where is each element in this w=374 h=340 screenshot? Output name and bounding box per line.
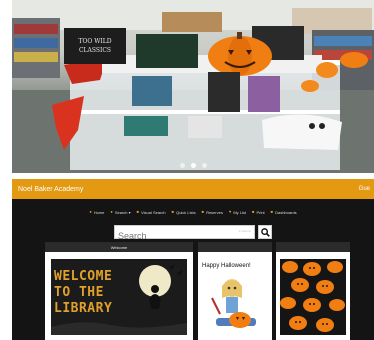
bookmark-icon: ■ bbox=[201, 209, 205, 214]
carousel-dot[interactable] bbox=[201, 163, 207, 168]
search-icon: ● bbox=[110, 209, 113, 214]
site-header: Noel Baker Academy Gue bbox=[12, 179, 374, 199]
site-title[interactable]: Noel Baker Academy bbox=[18, 186, 83, 193]
halloween-card[interactable]: Happy Halloween! bbox=[198, 242, 272, 340]
halloween-display-photo: TOO WILD CLASSICS bbox=[12, 0, 374, 173]
nav-my-list-label: My List bbox=[233, 209, 247, 215]
nav-reserves[interactable]: ■ Reserves bbox=[202, 210, 223, 215]
library-website: Noel Baker Academy Gue ● Home ● Search ▾… bbox=[12, 179, 374, 340]
nav-dashboards[interactable]: ■ Dashboards bbox=[271, 210, 297, 215]
home-icon: ● bbox=[89, 209, 92, 214]
pumpkin-card-header bbox=[276, 242, 350, 252]
nav-quick-lists[interactable]: ■ Quick Lists bbox=[172, 210, 196, 215]
photo-carousel-dots[interactable] bbox=[12, 163, 374, 168]
nav-reserves-label: Reserves bbox=[206, 209, 223, 215]
welcome-library-image: WELCOME TO THE LIBRARY bbox=[51, 259, 187, 335]
nav-home-label: Home bbox=[93, 209, 105, 215]
welcome-image-text: WELCOME TO THE LIBRARY bbox=[54, 269, 112, 317]
welcome-line-1: WELCOME bbox=[54, 269, 113, 284]
guest-link[interactable]: Gue bbox=[359, 186, 370, 192]
pumpkin-pattern-art bbox=[280, 259, 346, 335]
pumpkin-pattern-card[interactable] bbox=[276, 242, 350, 340]
nav-quick-lists-label: Quick Lists bbox=[176, 209, 196, 215]
nav-print-label: Print bbox=[256, 209, 265, 215]
nav-visual-search-label: Visual Search bbox=[141, 209, 166, 215]
photo-illustration: TOO WILD CLASSICS bbox=[12, 0, 374, 173]
magnifier-icon bbox=[260, 227, 270, 237]
svg-text:TOO WILD: TOO WILD bbox=[78, 38, 111, 45]
nav-print[interactable]: ■ Print bbox=[252, 210, 265, 215]
welcome-line-3: LIBRARY bbox=[54, 301, 113, 316]
main-nav: ● Home ● Search ▾ ■ Visual Search ■ Quic… bbox=[12, 202, 374, 222]
search-row: ▾ options bbox=[12, 224, 374, 242]
dashboard-icon: ■ bbox=[270, 209, 274, 214]
pumpkin-pattern-image bbox=[280, 259, 346, 335]
search-box: ▾ options bbox=[114, 225, 255, 242]
nav-dashboards-label: Dashboards bbox=[275, 209, 297, 215]
nav-my-list[interactable]: ♥ My List bbox=[229, 210, 246, 215]
carousel-dot-active[interactable] bbox=[190, 163, 196, 168]
featured-cards: Welcome WELCOME TO THE LIBRARY Happy Hal… bbox=[12, 242, 374, 340]
nav-search-label: Search ▾ bbox=[114, 209, 131, 215]
list-icon: ■ bbox=[171, 209, 175, 214]
svg-text:CLASSICS: CLASSICS bbox=[79, 47, 111, 54]
nav-home[interactable]: ● Home bbox=[89, 210, 104, 215]
grid-icon: ■ bbox=[136, 209, 140, 214]
search-options-hint[interactable]: ▾ options bbox=[239, 229, 251, 233]
heart-icon: ♥ bbox=[228, 209, 232, 214]
print-icon: ■ bbox=[252, 209, 255, 214]
search-input[interactable] bbox=[115, 230, 254, 242]
welcome-line-2: TO THE bbox=[54, 285, 104, 300]
nav-visual-search[interactable]: ■ Visual Search bbox=[137, 210, 166, 215]
welcome-card-header: Welcome bbox=[45, 242, 193, 252]
welcome-card[interactable]: Welcome WELCOME TO THE LIBRARY bbox=[45, 242, 193, 340]
halloween-card-title: Happy Halloween! bbox=[202, 263, 251, 269]
search-button[interactable] bbox=[258, 225, 272, 239]
librarian-pumpkin-illustration bbox=[211, 279, 256, 328]
halloween-card-header bbox=[198, 242, 272, 252]
nav-search[interactable]: ● Search ▾ bbox=[110, 210, 130, 215]
carousel-dot[interactable] bbox=[179, 163, 185, 168]
